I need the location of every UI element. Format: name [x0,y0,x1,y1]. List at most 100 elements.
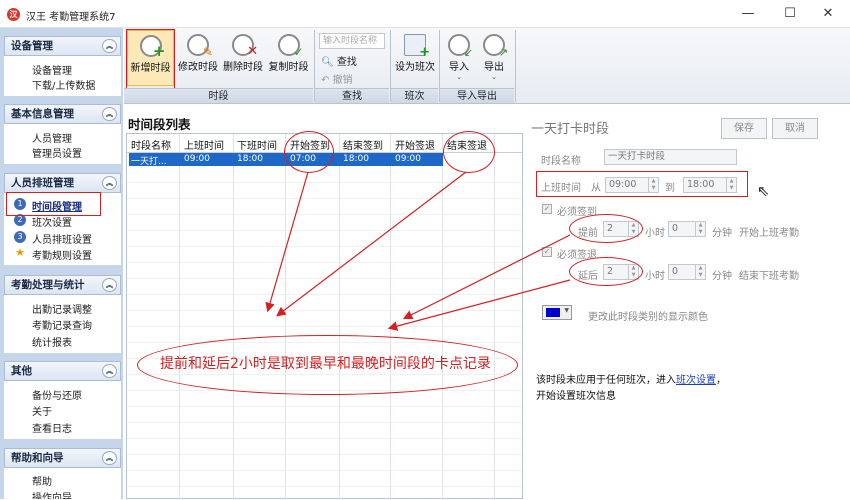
column-divider [391,134,443,500]
group-header-basic-info[interactable]: 基本信息管理 ︽ [4,104,121,124]
group-body-device: 设备管理 下载/上传数据 [4,56,121,96]
shift-settings-link[interactable]: 班次设置 [676,375,716,386]
cancel-button[interactable]: 取消 [772,118,818,139]
sidebar-item-personnel[interactable]: 人员管理 [32,130,72,145]
group-title: 其他 [11,365,32,377]
work-start-field[interactable]: 09:00 ▲ ▼ [605,177,659,193]
sidebar-item-download-upload[interactable]: 下载/上传数据 [32,77,95,92]
sidebar-item-view-log[interactable]: 查看日志 [32,420,72,435]
period-name-field[interactable]: 一天打卡时段 [604,149,737,165]
must-signout-checkbox[interactable]: ✓ [542,247,552,257]
dropdown-arrow-icon[interactable]: ⌄ [479,73,509,81]
column-header[interactable]: 结束签到 [343,137,383,152]
advance-suffix-label: 开始上班考勤 [739,228,799,239]
delete-period-button[interactable]: ✕ 删除时段 [222,30,264,86]
color-label: 更改此时段类别的显示颜色 [588,312,708,323]
from-label: 从 [591,183,601,194]
ribbon-group-label-search: 查找 [315,88,389,103]
export-button[interactable]: ↗ 导出 ⌄ [479,30,509,86]
row-line [127,310,522,311]
column-header[interactable]: 开始签退 [395,137,435,152]
column-header[interactable]: 上班时间 [184,137,224,152]
info-text: 该时段未应用于任何班次，进入 [536,375,676,386]
sidebar-item-wizard[interactable]: 操作向导 [32,489,72,499]
advance-minutes-value: 0 [672,223,679,234]
sidebar-item-record-query[interactable]: 考勤记录查询 [32,317,92,332]
collapse-icon[interactable]: ︽ [102,107,117,121]
undo-icon: ↶ [321,75,330,86]
sidebar-item-record-adjust[interactable]: 出勤记录调整 [32,301,92,316]
sidebar-item-backup[interactable]: 备份与还原 [32,387,82,402]
group-header-help[interactable]: 帮助和向导 ︽ [4,448,121,468]
advance-minutes-field[interactable]: 0 ▲ ▼ [668,221,706,237]
to-label: 到 [665,183,675,194]
group-body-other: 备份与还原 关于 查看日志 [4,381,121,439]
sidebar-item-person-scheduling[interactable]: 人员排班设置 [32,231,92,246]
minutes-unit-label: 分钟 [712,271,732,282]
sidebar-item-device-manage[interactable]: 设备管理 [32,62,72,77]
highlight-box-time-period [6,192,101,216]
search-button[interactable]: 🔍︎ 查找 [321,53,357,68]
edit-period-label: 修改时段 [178,62,218,73]
column-divider [340,134,391,500]
work-start-value: 09:00 [609,179,637,190]
collapse-icon[interactable]: ︽ [102,176,117,190]
undo-button[interactable]: ↶ 撤销 [321,71,353,86]
sidebar-item-help[interactable]: 帮助 [32,473,52,488]
group-body-processing: 出勤记录调整 考勤记录查询 统计报表 [4,295,121,353]
group-title: 设备管理 [11,40,53,52]
work-end-field[interactable]: 18:00 ▲ ▼ [683,177,737,193]
sidebar-item-about[interactable]: 关于 [32,403,52,418]
spinner-icon[interactable]: ▲ ▼ [695,222,705,236]
spinner-icon[interactable]: ▲ ▼ [726,178,736,192]
dropdown-arrow-icon[interactable]: ⌄ [444,73,474,81]
clock-import-icon: ↙ [448,34,473,59]
must-signin-checkbox[interactable]: ✓ [542,204,552,214]
ribbon-group-label-shift: 班次 [391,88,438,103]
group-header-other[interactable]: 其他 ︽ [4,361,121,381]
sidebar-item-shift-settings[interactable]: 班次设置 [32,214,72,229]
group-header-device[interactable]: 设备管理 ︽ [4,36,121,56]
spinner-icon[interactable]: ▲ ▼ [695,265,705,279]
sidebar-item-admin-settings[interactable]: 管理员设置 [32,145,82,160]
import-button[interactable]: ↙ 导入 ⌄ [444,30,474,86]
group-body-basic-info: 人员管理 管理员设置 [4,124,121,164]
delay-minutes-field[interactable]: 0 ▲ ▼ [668,264,706,280]
row-line [127,278,522,279]
table-cell: 09:00 [395,154,421,164]
row-line [127,198,522,199]
column-divider [286,134,340,500]
hours-unit-label: 小时 [645,228,665,239]
collapse-icon[interactable]: ︽ [102,278,117,292]
number-3-icon: 3 [14,231,26,243]
collapse-icon[interactable]: ︽ [102,451,117,465]
row-line [127,294,522,295]
maximize-button[interactable]: ☐ [776,4,804,24]
close-button[interactable]: ✕ [814,4,842,24]
edit-period-button[interactable]: ✎ 修改时段 [177,30,219,86]
column-header[interactable]: 时段名称 [131,137,171,152]
row-line [127,182,522,183]
group-header-scheduling[interactable]: 人员排班管理 ︽ [4,173,121,193]
set-shift-button[interactable]: + 设为班次 [394,30,436,86]
column-header[interactable]: 下班时间 [237,137,277,152]
table-cell: 18:00 [343,154,369,164]
list-title: 时间段列表 [128,117,191,132]
sidebar-item-statistics[interactable]: 统计报表 [32,334,72,349]
copy-period-button[interactable]: ✓ 复制时段 [266,30,311,86]
save-button[interactable]: 保存 [721,118,767,139]
export-label: 导出 [484,62,504,73]
set-shift-label: 设为班次 [395,62,435,73]
collapse-icon[interactable]: ︽ [102,364,117,378]
color-picker-button[interactable]: ▼ [542,305,572,320]
search-input[interactable]: 输入时段名称 [319,33,385,49]
clock-export-icon: ↗ [483,34,508,59]
sidebar-item-attendance-rules[interactable]: 考勤规则设置 [32,247,92,262]
collapse-icon[interactable]: ︽ [102,39,117,53]
minimize-button[interactable]: — [734,4,762,24]
info-line-2: 开始设置班次信息 [536,391,616,402]
import-label: 导入 [449,62,469,73]
spinner-icon[interactable]: ▲ ▼ [648,178,658,192]
clock-delete-icon: ✕ [232,34,258,59]
group-header-processing[interactable]: 考勤处理与统计 ︽ [4,275,121,295]
